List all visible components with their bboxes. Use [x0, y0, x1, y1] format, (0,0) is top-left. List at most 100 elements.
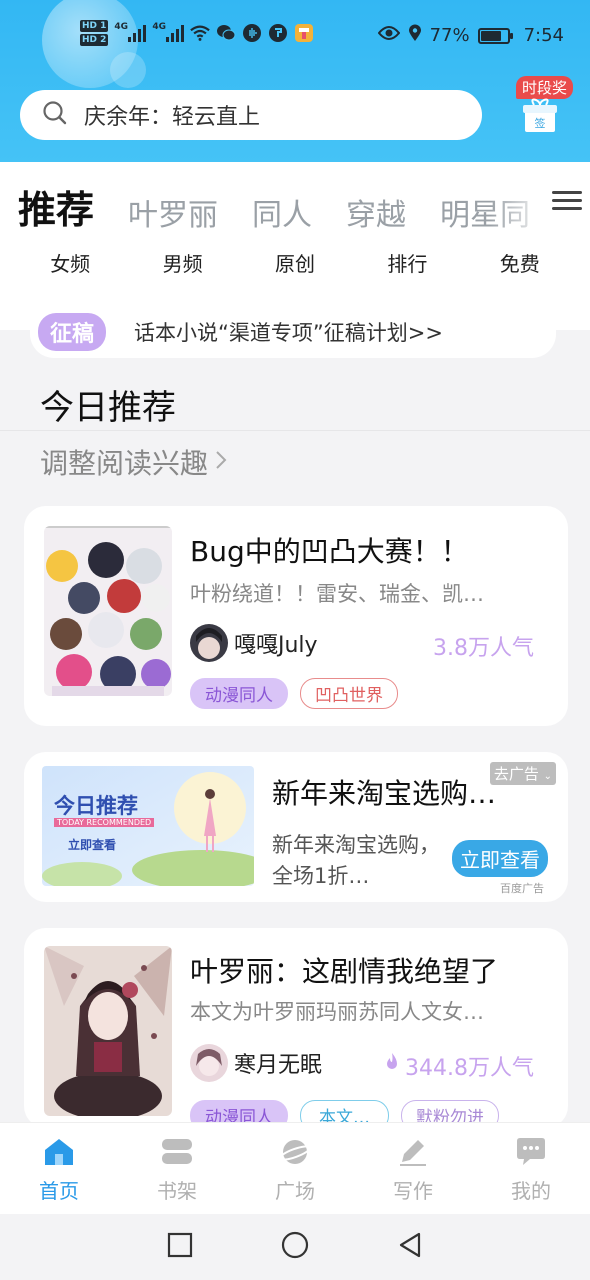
- nav-home-label: 首页: [39, 1179, 79, 1203]
- popularity-label: 344.8万人气: [405, 1056, 534, 1081]
- app-notification-icon: [268, 23, 288, 43]
- reward-badge: 时段奖: [516, 76, 574, 99]
- book-tags: 动漫同人 凹凸世界: [190, 678, 398, 709]
- nav-write[interactable]: 写作: [373, 1135, 453, 1214]
- popularity-count: 3.8万人气: [433, 630, 534, 662]
- planet-icon: [278, 1135, 312, 1169]
- popularity-count: 344.8万人气: [383, 1050, 534, 1082]
- section-title: 今日推荐: [40, 388, 176, 428]
- chevron-right-icon: [214, 446, 228, 479]
- ad-description: 新年来淘宝选购，全场1折…: [272, 833, 440, 888]
- back-icon[interactable]: [397, 1231, 423, 1263]
- ad-card[interactable]: 今日推荐 TODAY RECOMMENDED 立即查看 新年来淘宝选购… 新年来…: [24, 752, 568, 902]
- book-cover: [44, 946, 172, 1116]
- app-notification-icon: [294, 23, 314, 43]
- book-author: 嘎嘎July: [190, 624, 318, 662]
- tab-menu-icon[interactable]: [552, 186, 582, 216]
- ad-view-button[interactable]: 立即查看: [452, 840, 548, 877]
- book-card[interactable]: Bug中的凹凸大赛！！ 叶粉绕道！！雷安、瑞金、凯… 嘎嘎July 3.8万人气…: [24, 506, 568, 726]
- location-icon: [408, 24, 422, 47]
- status-bar: HD 1 HD 2 4G 4G 77% 7:54: [0, 18, 590, 58]
- home-icon: [42, 1135, 76, 1169]
- author-name: 寒月无眠: [234, 1053, 323, 1078]
- book-description: 本文为叶罗丽玛丽苏同人文女…: [190, 1000, 484, 1024]
- battery-percent: 77%: [429, 25, 470, 46]
- category-tabs-area: 推荐 叶罗丽 同人 穿越 明星同 女频 男频 原创 排行 免费: [0, 162, 590, 330]
- book-cover: [44, 526, 172, 696]
- subtab-male[interactable]: 男频: [163, 248, 203, 282]
- chat-icon: [514, 1135, 548, 1169]
- tag-genre[interactable]: 动漫同人: [190, 678, 288, 709]
- recent-apps-icon[interactable]: [167, 1232, 193, 1262]
- adjust-interest-link[interactable]: 调整阅读兴趣: [40, 442, 228, 482]
- subtab-ranking[interactable]: 排行: [387, 248, 427, 282]
- nav-bookshelf[interactable]: 书架: [137, 1135, 217, 1214]
- divider: [0, 430, 590, 431]
- tab-fade: [490, 174, 550, 234]
- battery-icon: [477, 27, 513, 44]
- gift-icon: 签: [522, 98, 557, 132]
- nav-square-label: 广场: [275, 1179, 315, 1203]
- signal-icon: 4G: [152, 22, 185, 42]
- bottom-navigation: 首页 书架 广场 写作 我的: [0, 1122, 590, 1214]
- close-ad-label: 去广告: [493, 765, 539, 783]
- sub-tabs: 女频 男频 原创 排行 免费: [0, 248, 590, 282]
- svg-text:签: 签: [535, 116, 546, 130]
- app-header: HD 1 HD 2 4G 4G 77% 7:54 庆余年：轻云直上 时段奖 签: [0, 0, 590, 162]
- book-title: Bug中的凹凸大赛！！: [190, 535, 469, 568]
- book-description: 叶粉绕道！！雷安、瑞金、凯…: [190, 582, 484, 606]
- adjust-interest-label: 调整阅读兴趣: [40, 447, 209, 480]
- hd-indicator: HD 1 HD 2: [80, 20, 109, 46]
- book-title: 叶罗丽：这剧情我绝望了: [190, 955, 499, 988]
- wechat-icon: [216, 23, 236, 43]
- battery-fill: [480, 30, 501, 41]
- close-ad-button[interactable]: 去广告 ⌄: [489, 762, 556, 785]
- eye-icon: [377, 25, 400, 46]
- hd1-label: HD 1: [80, 20, 109, 32]
- author-name: 嘎嘎July: [234, 633, 318, 658]
- network-type: 4G: [152, 22, 167, 32]
- tag-topic[interactable]: 凹凸世界: [300, 678, 398, 709]
- ad-title: 新年来淘宝选购…: [272, 777, 497, 810]
- subtab-original[interactable]: 原创: [275, 248, 315, 282]
- audio-icon: [242, 23, 262, 43]
- ad-image: 今日推荐 TODAY RECOMMENDED 立即查看: [42, 766, 254, 886]
- system-navigation-bar: [0, 1214, 590, 1280]
- nav-home[interactable]: 首页: [19, 1135, 99, 1214]
- nav-bookshelf-label: 书架: [157, 1179, 197, 1203]
- chevron-down-icon: ⌄: [543, 771, 552, 782]
- book-card[interactable]: 叶罗丽：这剧情我绝望了 本文为叶罗丽玛丽苏同人文女… 寒月无眠 344.8万人气…: [24, 928, 568, 1131]
- avatar: [190, 624, 228, 662]
- network-type: 4G: [114, 22, 129, 32]
- tab-time-travel[interactable]: 穿越: [346, 190, 406, 234]
- flame-icon: [383, 1052, 401, 1080]
- subtab-female[interactable]: 女频: [50, 248, 90, 282]
- nav-me[interactable]: 我的: [491, 1135, 571, 1214]
- avatar: [190, 1044, 228, 1082]
- popularity-label: 3.8万人气: [433, 636, 534, 661]
- clock: 7:54: [523, 25, 564, 46]
- ad-image-button: 立即查看: [68, 838, 117, 852]
- submission-notice[interactable]: 征稿 话本小说“渠道专项”征稿计划>>: [30, 306, 556, 358]
- checkin-reward-button[interactable]: 时段奖 签: [510, 76, 580, 148]
- signal-icon: 4G: [114, 22, 147, 42]
- search-input[interactable]: 庆余年：轻云直上: [84, 99, 260, 131]
- tab-yeluoli[interactable]: 叶罗丽: [128, 190, 218, 234]
- ad-image-subtitle: TODAY RECOMMENDED: [54, 818, 155, 827]
- search-icon: [42, 100, 68, 130]
- ad-source: 百度广告: [500, 882, 544, 895]
- search-bar[interactable]: 庆余年：轻云直上: [20, 90, 482, 140]
- nav-write-label: 写作: [393, 1179, 433, 1203]
- book-author: 寒月无眠: [190, 1044, 322, 1082]
- subtab-free[interactable]: 免费: [500, 248, 540, 282]
- nav-me-label: 我的: [511, 1179, 551, 1203]
- hd2-label: HD 2: [80, 34, 109, 46]
- category-tabs: 推荐 叶罗丽 同人 穿越 明星同: [18, 174, 558, 234]
- nav-square[interactable]: 广场: [255, 1135, 335, 1214]
- wifi-icon: [190, 23, 211, 43]
- tab-fanfic[interactable]: 同人: [252, 190, 312, 234]
- home-circle-icon[interactable]: [281, 1231, 309, 1263]
- bookshelf-icon: [160, 1135, 194, 1169]
- notice-text: 话本小说“渠道专项”征稿计划>>: [134, 321, 443, 345]
- tab-recommend[interactable]: 推荐: [18, 179, 94, 234]
